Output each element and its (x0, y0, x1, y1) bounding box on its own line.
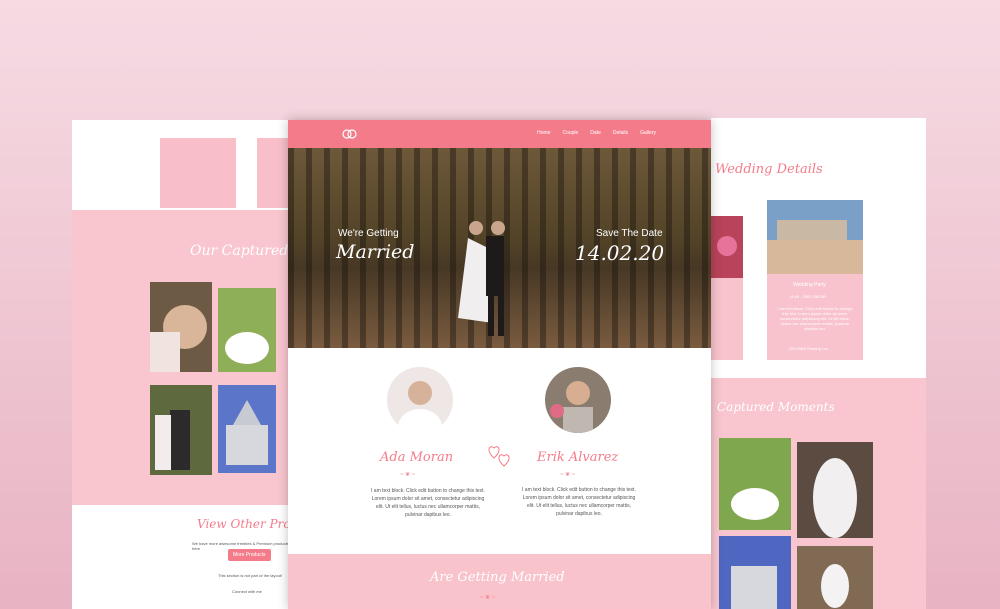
more-products-button[interactable]: More Products (228, 549, 271, 561)
left-note-card (160, 138, 236, 208)
hero-date: 14.02.20 (575, 241, 665, 265)
groom-avatar (545, 367, 611, 433)
top-nav: Home Couple Date Details Gallery (288, 120, 711, 148)
bride-bio: I am text block. Click edit button to ch… (371, 488, 485, 518)
dancing-couple-image (458, 221, 505, 336)
footer-title: Are Getting Married (430, 570, 565, 585)
photo-flowers (711, 216, 743, 278)
footer-section: Are Getting Married ~ ❦ ~ (288, 554, 711, 609)
main-page-preview: Home Couple Date Details Gallery We're G… (288, 120, 711, 609)
detail-card-partial (711, 216, 743, 360)
captured-moments-heading: Captured Moments (717, 400, 835, 414)
wedding-party-card: Wedding Party 14:45 - 2500 230 BR I am t… (767, 200, 863, 360)
photo-castle (218, 385, 276, 473)
nav-details[interactable]: Details (613, 130, 628, 136)
bride-ornament: ~ ❦ ~ (400, 472, 416, 478)
photo-kiss (150, 282, 212, 372)
photo-reception (767, 200, 863, 274)
photo-bride-veil (797, 442, 873, 538)
section-note: This section is not part of the layout! (218, 573, 283, 578)
left-promo-section: View Other Produc We have more awesome f… (72, 505, 313, 609)
nav-date[interactable]: Date (590, 130, 601, 136)
nav-links: Home Couple Date Details Gallery (537, 130, 656, 136)
photo-castle-2 (719, 536, 791, 609)
bride-avatar (387, 367, 453, 433)
hero-left-big: Married (336, 241, 415, 263)
left-page-preview: Our Captured Mom View Other Produc We ha… (72, 120, 333, 609)
card-title: Wedding Party (793, 282, 826, 288)
card-footer: 200 NWS Resting Loc (789, 346, 829, 351)
hero-right-small: Save The Date (596, 228, 663, 239)
groom-ornament: ~ ❦ ~ (560, 472, 576, 478)
card-time: 14:45 - 2500 230 BR (789, 294, 826, 299)
photo-bride-field (218, 288, 276, 372)
bride-name: Ada Moran (380, 450, 454, 465)
hero-left-small: We're Getting (338, 228, 399, 239)
right-page-preview: Wedding Details Wedding Party 14:45 - 25… (711, 118, 926, 609)
nav-gallery[interactable]: Gallery (640, 130, 656, 136)
nav-couple[interactable]: Couple (562, 130, 578, 136)
connect-text: Connect with me (232, 589, 262, 594)
groom-name: Erik Alvarez (537, 450, 619, 465)
photo-bride-walk (797, 546, 873, 609)
hearts-icon (484, 442, 516, 477)
card-text: I am text block. Click edit button to ch… (777, 306, 853, 331)
photo-bride-grass (719, 438, 791, 530)
nav-home[interactable]: Home (537, 130, 550, 136)
wedding-details-heading: Wedding Details (715, 162, 823, 177)
rings-logo-icon[interactable] (342, 128, 357, 140)
footer-ornament: ~ ❦ ~ (480, 595, 496, 601)
photo-couple-wall (150, 385, 212, 475)
groom-bio: I am text block. Click edit button to ch… (522, 487, 636, 517)
hero-banner: We're Getting Married Save The Date 14.0… (288, 148, 711, 348)
